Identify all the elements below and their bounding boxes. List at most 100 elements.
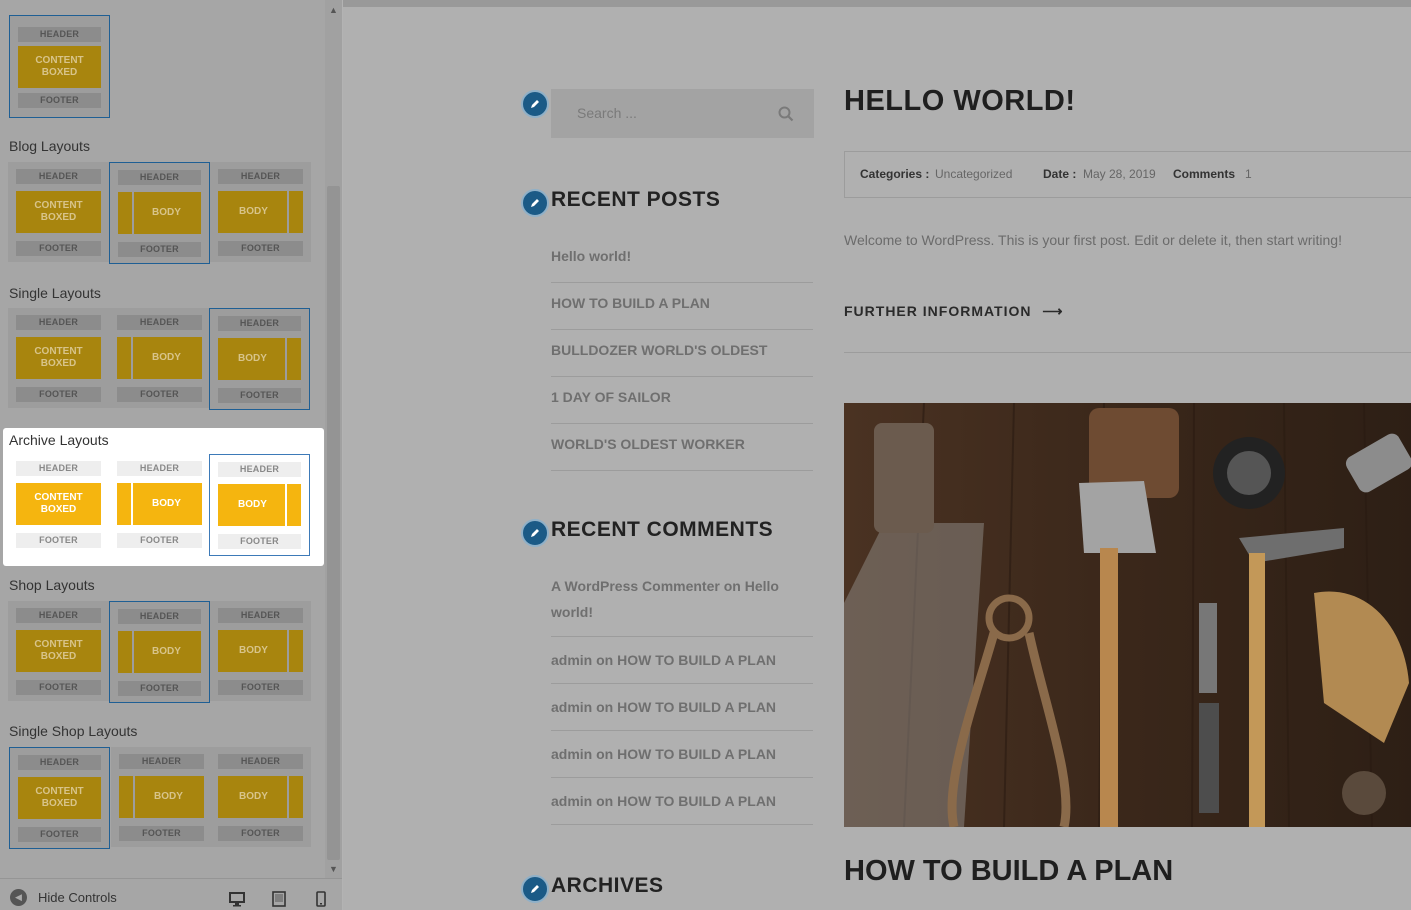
option-body-label: BODY <box>152 646 181 657</box>
blog-layout-content-boxed[interactable]: HEADER CONTENT BOXED FOOTER <box>8 162 109 262</box>
scroll-up-arrow-icon[interactable]: ▲ <box>325 2 342 18</box>
sidebar-column <box>287 776 303 818</box>
option-header-bar: HEADER <box>118 609 201 624</box>
comment-author[interactable]: admin <box>551 652 592 668</box>
option-header-bar: HEADER <box>117 461 202 476</box>
option-body-block: BODY <box>218 776 303 818</box>
desktop-icon[interactable] <box>229 891 245 907</box>
option-header-bar: HEADER <box>218 169 303 184</box>
option-body-label: BODY <box>152 498 181 509</box>
comment-on: on <box>596 746 614 762</box>
shop-layout-right-sidebar[interactable]: HEADER BODY FOOTER <box>210 601 311 701</box>
archive-layout-left-sidebar[interactable]: HEADER BODY FOOTER <box>109 454 210 554</box>
recent-post-link[interactable]: 1 DAY OF SAILOR <box>551 377 813 424</box>
single-shop-layout-content-boxed[interactable]: HEADER CONTENT BOXED FOOTER <box>9 747 110 849</box>
pencil-icon <box>531 100 539 108</box>
panel-scrollbar[interactable]: ▲ ▼ <box>325 0 342 878</box>
next-post-title[interactable]: HOW TO BUILD A PLAN <box>844 855 1173 888</box>
further-information-link[interactable]: FURTHER INFORMATION ⟶ <box>844 303 1063 320</box>
option-body-block: BODY <box>118 631 201 673</box>
option-content-label: CONTENT BOXED <box>35 55 84 78</box>
date-label: Date : <box>1043 167 1077 181</box>
recent-post-link[interactable]: HOW TO BUILD A PLAN <box>551 283 813 330</box>
archive-layout-content-boxed[interactable]: HEADER CONTENT BOXED FOOTER <box>8 454 109 554</box>
recent-post-link[interactable]: WORLD'S OLDEST WORKER <box>551 424 813 471</box>
option-body-block: BODY <box>119 776 204 818</box>
categories-value[interactable]: Uncategorized <box>935 167 1012 181</box>
option-body-block: BODY <box>117 483 202 525</box>
option-footer-bar: FOOTER <box>118 681 201 696</box>
hide-controls-button[interactable]: ◀ Hide Controls <box>10 889 117 906</box>
recent-comment-item: admin on HOW TO BUILD A PLAN <box>551 684 813 731</box>
edit-search-widget-icon[interactable] <box>521 90 549 118</box>
option-header-bar: HEADER <box>18 27 101 42</box>
option-footer-bar: FOOTER <box>16 533 101 548</box>
option-content-block: CONTENT BOXED <box>16 191 101 233</box>
blog-layout-right-sidebar[interactable]: HEADER BODY FOOTER <box>210 162 311 262</box>
categories-label: Categories : <box>860 167 930 181</box>
search-icon[interactable] <box>778 106 794 122</box>
single-layout-right-sidebar[interactable]: HEADER BODY FOOTER <box>209 308 310 410</box>
comment-post-link[interactable]: HOW TO BUILD A PLAN <box>617 652 776 668</box>
featured-image[interactable] <box>844 403 1411 827</box>
option-content-block: CONTENT BOXED <box>16 483 101 525</box>
comment-post-link[interactable]: HOW TO BUILD A PLAN <box>617 699 776 715</box>
archive-layout-right-sidebar[interactable]: HEADER BODY FOOTER <box>209 454 310 556</box>
search-input[interactable]: Search ... <box>551 89 814 138</box>
edit-recent-comments-widget-icon[interactable] <box>521 519 549 547</box>
post-divider <box>844 352 1411 353</box>
post-title[interactable]: HELLO WORLD! <box>844 85 1076 118</box>
option-body-label: BODY <box>154 791 183 802</box>
recent-posts-title: RECENT POSTS <box>551 188 721 211</box>
option-body-block: BODY <box>118 192 201 234</box>
option-body-block: BODY <box>218 630 303 672</box>
scrollbar-thumb[interactable] <box>327 186 340 860</box>
recent-post-link[interactable]: Hello world! <box>551 236 813 283</box>
option-content-label: CONTENT BOXED <box>34 200 83 223</box>
option-header-bar: HEADER <box>16 461 101 476</box>
option-body-label: BODY <box>152 207 181 218</box>
shop-layout-left-sidebar[interactable]: HEADER BODY FOOTER <box>109 601 210 703</box>
edit-archives-widget-icon[interactable] <box>521 875 549 903</box>
single-shop-layout-left-sidebar[interactable]: HEADER BODY FOOTER <box>111 747 212 847</box>
option-footer-bar: FOOTER <box>118 242 201 257</box>
site-preview: Search ... RECENT POSTS Hello world! HOW… <box>343 0 1411 910</box>
panel-footer: ◀ Hide Controls <box>0 878 342 910</box>
option-body-block: BODY <box>218 191 303 233</box>
comments-count[interactable]: 1 <box>1245 167 1252 181</box>
mobile-icon[interactable] <box>313 891 329 907</box>
scroll-down-arrow-icon[interactable]: ▼ <box>325 861 342 877</box>
option-header-bar: HEADER <box>117 315 202 330</box>
single-layout-content-boxed[interactable]: HEADER CONTENT BOXED FOOTER <box>8 308 109 408</box>
further-information-label: FURTHER INFORMATION <box>844 303 1032 319</box>
option-footer-bar: FOOTER <box>218 826 303 841</box>
comment-post-link[interactable]: HOW TO BUILD A PLAN <box>617 793 776 809</box>
pencil-icon <box>531 885 539 893</box>
option-footer-bar: FOOTER <box>218 388 301 403</box>
comment-author[interactable]: admin <box>551 793 592 809</box>
layout-option-top[interactable]: HEADER CONTENT BOXED FOOTER <box>9 15 110 118</box>
single-shop-layout-right-sidebar[interactable]: HEADER BODY FOOTER <box>210 747 311 847</box>
option-footer-bar: FOOTER <box>16 387 101 402</box>
top-layout-row: HEADER CONTENT BOXED FOOTER <box>8 15 311 118</box>
shop-layout-content-boxed[interactable]: HEADER CONTENT BOXED FOOTER <box>8 601 109 701</box>
single-layout-left-sidebar[interactable]: HEADER BODY FOOTER <box>109 308 210 408</box>
tablet-icon[interactable] <box>271 891 287 907</box>
edit-recent-posts-widget-icon[interactable] <box>521 189 549 217</box>
blog-layout-left-sidebar[interactable]: HEADER BODY FOOTER <box>109 162 210 264</box>
comment-on: on <box>723 578 741 594</box>
comment-post-link[interactable]: HOW TO BUILD A PLAN <box>617 746 776 762</box>
option-header-bar: HEADER <box>218 608 303 623</box>
recent-post-link[interactable]: BULLDOZER WORLD'S OLDEST <box>551 330 813 377</box>
option-footer-bar: FOOTER <box>119 826 204 841</box>
single-shop-layout-row: HEADER CONTENT BOXED FOOTER HEADER BODY … <box>8 747 311 849</box>
option-header-bar: HEADER <box>218 754 303 769</box>
option-footer-bar: FOOTER <box>16 680 101 695</box>
sidebar-column <box>119 776 135 818</box>
section-title-shop: Shop Layouts <box>9 577 95 593</box>
comment-author[interactable]: A WordPress Commenter <box>551 578 720 594</box>
comment-author[interactable]: admin <box>551 699 592 715</box>
sidebar-column <box>117 483 133 525</box>
comment-author[interactable]: admin <box>551 746 592 762</box>
section-title-archive: Archive Layouts <box>9 432 109 448</box>
